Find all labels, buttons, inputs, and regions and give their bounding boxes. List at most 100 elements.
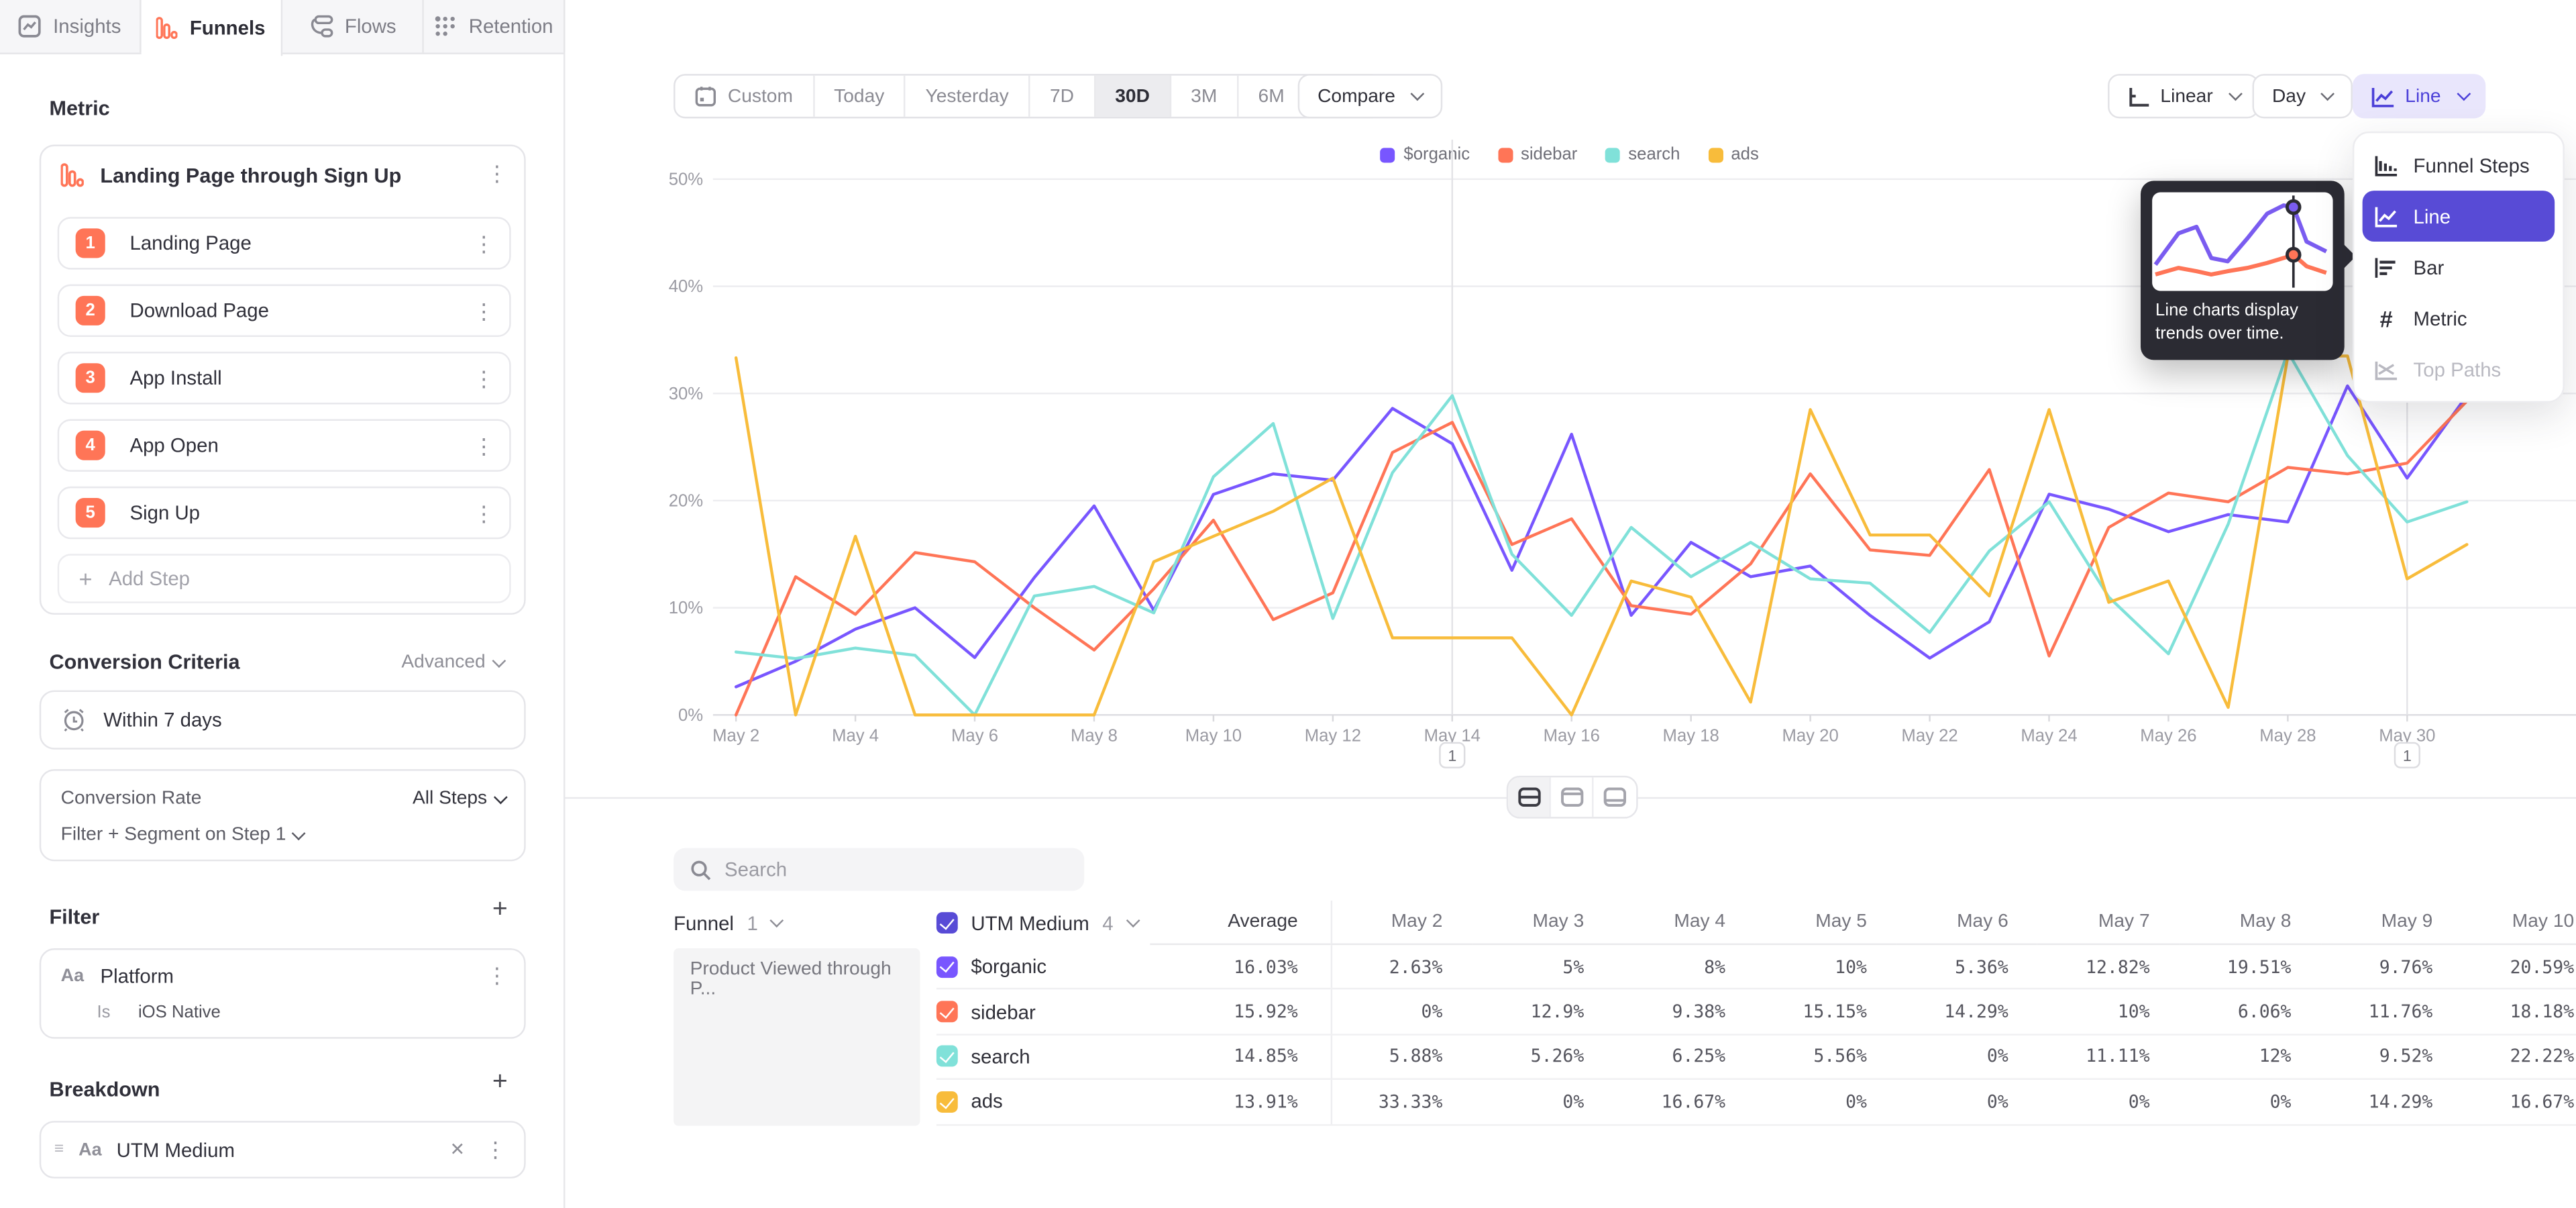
- x-axis-label: May 2: [712, 726, 759, 745]
- date-column-header[interactable]: May 6: [1896, 901, 2038, 945]
- metric-card: Landing Page through Sign Up ⋮ 1 Landing…: [40, 145, 526, 615]
- menu-item-line[interactable]: Line: [2363, 191, 2555, 242]
- range-yesterday[interactable]: Yesterday: [906, 76, 1030, 117]
- date-column-header[interactable]: May 9: [2321, 901, 2463, 945]
- kebab-icon[interactable]: ⋮: [473, 233, 494, 254]
- select-all-checkbox[interactable]: [936, 912, 958, 934]
- table-row-organic[interactable]: $organic16.03%2.63%5%8%10%5.36%12.82%19.…: [936, 945, 2576, 990]
- breakdown-column-header[interactable]: UTM Medium 4: [936, 901, 1150, 945]
- legend-item-search[interactable]: search: [1605, 145, 1680, 164]
- layout-chart-only-button[interactable]: [1551, 777, 1594, 817]
- conversion-rate-label: Conversion Rate: [61, 789, 202, 809]
- tab-flows[interactable]: Flows: [282, 0, 424, 52]
- daily-value: 6.25%: [1613, 1035, 1755, 1078]
- legend-item-ads[interactable]: ads: [1708, 145, 1759, 164]
- step-label: App Install: [129, 366, 221, 389]
- add-filter-button[interactable]: +: [492, 896, 508, 925]
- menu-item-bar[interactable]: Bar: [2354, 242, 2563, 293]
- add-step-button[interactable]: +Add Step: [58, 554, 511, 603]
- breakdown-card[interactable]: ≡ Aa UTM Medium ✕ ⋮: [40, 1121, 526, 1178]
- metric-title[interactable]: Landing Page through Sign Up: [100, 164, 401, 187]
- kebab-icon[interactable]: ⋮: [473, 435, 494, 456]
- table-row-search[interactable]: search14.85%5.88%5.26%6.25%5.56%0%11.11%…: [936, 1035, 2576, 1080]
- range-30d[interactable]: 30D: [1095, 76, 1171, 117]
- layout-split-view-button[interactable]: [1508, 777, 1551, 817]
- x-axis-label: May 16: [1544, 726, 1600, 745]
- drag-handle-icon[interactable]: ≡: [54, 1141, 64, 1159]
- range-6m[interactable]: 6M: [1238, 76, 1305, 117]
- insights-icon: [19, 15, 42, 38]
- daily-value: 9.76%: [2321, 945, 2463, 989]
- chevron-down-icon: [771, 913, 784, 926]
- granularity-dropdown[interactable]: Day: [2253, 74, 2353, 118]
- funnel-name-cell[interactable]: Product Viewed through P...: [674, 948, 920, 1125]
- conversion-rate-card: Conversion Rate All Steps Filter + Segme…: [40, 769, 526, 861]
- table-row-ads[interactable]: ads13.91%33.33%0%16.67%0%0%0%0%14.29%16.…: [936, 1080, 2576, 1125]
- series-checkbox[interactable]: [936, 956, 958, 978]
- average-column-header[interactable]: Average: [1150, 901, 1330, 945]
- filter-card[interactable]: Aa Platform ⋮ Is iOS Native: [40, 948, 526, 1039]
- calendar-icon: [695, 85, 716, 107]
- kebab-icon[interactable]: ⋮: [473, 300, 494, 321]
- series-checkbox[interactable]: [936, 1091, 958, 1113]
- date-column-header[interactable]: May 2: [1331, 901, 1472, 945]
- text-property-icon: Aa: [61, 966, 84, 986]
- funnel-step-row[interactable]: 4 App Open ⋮: [58, 419, 511, 471]
- close-icon[interactable]: ✕: [449, 1139, 465, 1160]
- menu-item-funnel-steps[interactable]: Funnel Steps: [2354, 140, 2563, 191]
- add-breakdown-button[interactable]: +: [492, 1068, 508, 1098]
- date-column-header[interactable]: May 7: [2038, 901, 2180, 945]
- legend-swatch: [1498, 147, 1513, 162]
- date-column-header[interactable]: May 5: [1755, 901, 1896, 945]
- funnel-step-row[interactable]: 2 Download Page ⋮: [58, 285, 511, 337]
- compare-button[interactable]: Compare: [1298, 74, 1442, 118]
- range-7d[interactable]: 7D: [1030, 76, 1095, 117]
- date-column-header[interactable]: May 4: [1613, 901, 1755, 945]
- daily-value: 9.52%: [2321, 1035, 2463, 1078]
- funnel-step-row[interactable]: 1 Landing Page ⋮: [58, 217, 511, 269]
- layout-toggle-group: [1507, 776, 1638, 819]
- annotation-badge[interactable]: [2395, 743, 2420, 768]
- date-column-header[interactable]: May 10: [2462, 901, 2576, 945]
- tab-insights[interactable]: Insights: [0, 0, 142, 52]
- search-input[interactable]: [724, 858, 1053, 880]
- kebab-icon[interactable]: ⋮: [473, 367, 494, 389]
- chevron-down-icon: [492, 653, 504, 666]
- daily-value: 5.36%: [1896, 945, 2038, 989]
- all-steps-dropdown[interactable]: All Steps: [413, 789, 504, 809]
- series-checkbox[interactable]: [936, 1046, 958, 1068]
- kebab-icon[interactable]: ⋮: [473, 502, 494, 523]
- kebab-icon[interactable]: ⋮: [484, 1139, 506, 1160]
- legend-item-sidebar[interactable]: sidebar: [1498, 145, 1578, 164]
- filter-segment-dropdown[interactable]: Filter + Segment on Step 1: [61, 825, 304, 844]
- text-property-icon: Aa: [78, 1140, 101, 1159]
- scale-dropdown[interactable]: Linear: [2108, 74, 2259, 118]
- step-number-badge: 2: [76, 296, 105, 325]
- kebab-icon[interactable]: ⋮: [486, 162, 508, 184]
- advanced-dropdown[interactable]: Advanced: [401, 652, 502, 672]
- series-checkbox[interactable]: [936, 1001, 958, 1023]
- kebab-icon[interactable]: ⋮: [486, 965, 508, 987]
- range-custom[interactable]: Custom: [676, 76, 814, 117]
- daily-value: 0%: [2180, 1080, 2321, 1123]
- funnel-step-row[interactable]: 5 Sign Up ⋮: [58, 487, 511, 539]
- table-row-sidebar[interactable]: sidebar15.92%0%12.9%9.38%15.15%14.29%10%…: [936, 990, 2576, 1035]
- tab-funnels[interactable]: Funnels: [142, 0, 283, 56]
- date-column-header[interactable]: May 3: [1472, 901, 1614, 945]
- tab-retention[interactable]: Retention: [424, 0, 566, 52]
- date-column-header[interactable]: May 8: [2180, 901, 2321, 945]
- menu-item-metric[interactable]: # Metric: [2354, 293, 2563, 344]
- daily-value: 33.33%: [1331, 1080, 1472, 1123]
- range-today[interactable]: Today: [814, 76, 906, 117]
- annotation-badge[interactable]: [1440, 743, 1464, 768]
- range-3m[interactable]: 3M: [1171, 76, 1238, 117]
- legend-item-organic[interactable]: $organic: [1381, 145, 1470, 164]
- x-axis-label: May 6: [951, 726, 998, 745]
- layout-table-only-button[interactable]: [1594, 777, 1637, 817]
- funnel-step-row[interactable]: 3 App Install ⋮: [58, 352, 511, 404]
- funnel-column-header[interactable]: Funnel 1: [674, 901, 936, 945]
- conversion-window-card[interactable]: Within 7 days: [40, 691, 526, 750]
- chart-type-dropdown[interactable]: Line: [2353, 74, 2486, 118]
- chart-line-search: [736, 352, 2467, 715]
- menu-item-top-paths[interactable]: Top Paths: [2354, 344, 2563, 395]
